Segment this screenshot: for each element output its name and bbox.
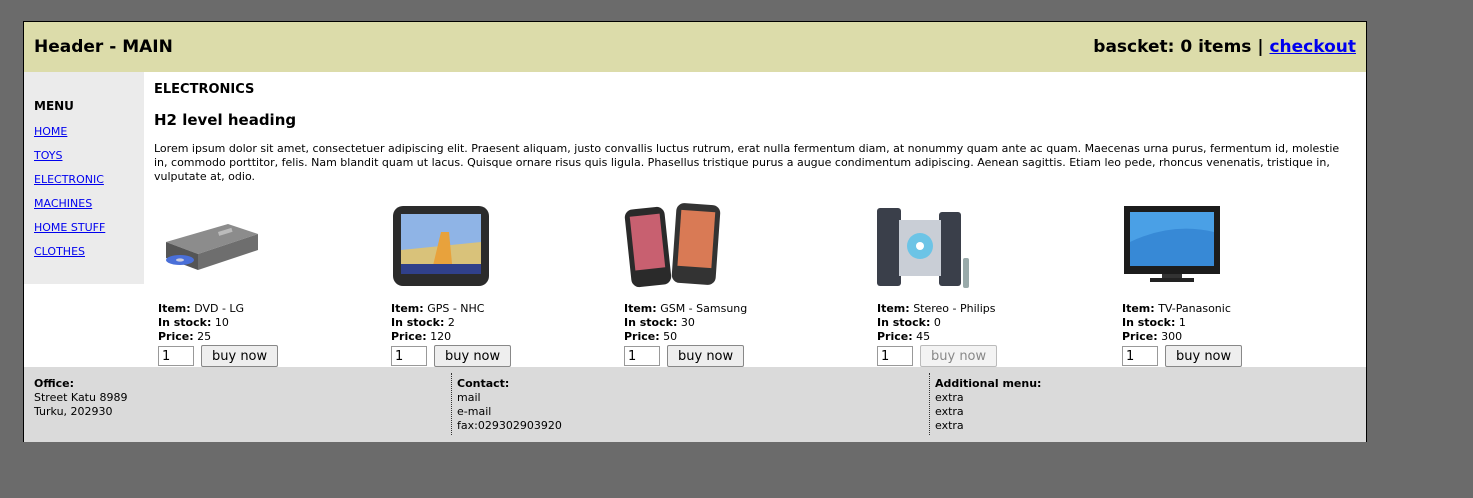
product-price: 45	[916, 330, 931, 343]
stock-label: In stock:	[877, 316, 931, 329]
product-name: DVD - LG	[194, 302, 245, 315]
sidebar-item-machines[interactable]: MACHINES	[34, 197, 134, 211]
product-price: 300	[1161, 330, 1183, 343]
intro-paragraph: Lorem ipsum dolor sit amet, consectetuer…	[154, 142, 1340, 183]
sidebar-item-electronic[interactable]: ELECTRONIC	[34, 173, 134, 187]
mobile-phone-icon	[624, 202, 734, 292]
product-card: Item: GSM - Samsung In stock: 30 Price: …	[624, 202, 824, 367]
checkout-link[interactable]: checkout	[1269, 37, 1356, 57]
page-container: Header - MAIN bascket: 0 items | checkou…	[23, 21, 1367, 442]
footer-office-title: Office:	[34, 377, 74, 390]
product-price: 25	[197, 330, 212, 343]
footer: Office: Street Katu 8989 Turku, 202930 C…	[24, 367, 1366, 442]
product-stock: 0	[933, 316, 941, 329]
page-heading: H2 level heading	[154, 111, 297, 129]
stock-label: In stock:	[624, 316, 678, 329]
basket-text: bascket: 0 items |	[1093, 37, 1264, 57]
footer-extra-link[interactable]: extra	[935, 405, 1041, 419]
section-title: ELECTRONICS	[154, 82, 255, 97]
product-name: Stereo - Philips	[913, 302, 996, 315]
header-title: Header - MAIN	[34, 37, 173, 57]
item-label: Item:	[1122, 302, 1155, 315]
buy-now-button[interactable]: buy now	[201, 345, 279, 367]
header: Header - MAIN bascket: 0 items | checkou…	[24, 22, 1366, 72]
price-label: Price:	[877, 330, 913, 343]
footer-contact-line: mail	[457, 391, 481, 404]
footer-contact-line: e-mail	[457, 405, 492, 418]
quantity-input[interactable]	[624, 346, 660, 366]
buy-now-button[interactable]: buy now	[667, 345, 745, 367]
stock-label: In stock:	[391, 316, 445, 329]
sidebar-item-home-stuff[interactable]: HOME STUFF	[34, 221, 134, 235]
footer-divider	[929, 373, 930, 435]
item-label: Item:	[624, 302, 657, 315]
product-name: GPS - NHC	[427, 302, 485, 315]
quantity-input[interactable]	[391, 346, 427, 366]
footer-additional-menu: Additional menu: extra extra extra	[935, 377, 1041, 433]
main-content: ELECTRONICS H2 level heading Lorem ipsum…	[154, 72, 1354, 367]
product-stock: 30	[680, 316, 695, 329]
item-label: Item:	[877, 302, 910, 315]
footer-additional-title: Additional menu:	[935, 377, 1042, 390]
product-stock: 10	[214, 316, 229, 329]
buy-now-button[interactable]: buy now	[920, 345, 998, 367]
sidebar-item-home[interactable]: HOME	[34, 125, 134, 139]
footer-office-line: Street Katu 8989	[34, 391, 128, 404]
quantity-input[interactable]	[158, 346, 194, 366]
buy-now-button[interactable]: buy now	[1165, 345, 1243, 367]
stock-label: In stock:	[1122, 316, 1176, 329]
basket-summary: bascket: 0 items | checkout	[1093, 37, 1356, 57]
dvd-player-icon	[158, 202, 268, 292]
footer-office-line: Turku, 202930	[34, 405, 113, 418]
sidebar: MENU HOME TOYS ELECTRONIC MACHINES HOME …	[24, 72, 144, 284]
product-name: GSM - Samsung	[660, 302, 748, 315]
product-stock: 1	[1178, 316, 1186, 329]
product-price: 50	[663, 330, 678, 343]
price-label: Price:	[158, 330, 194, 343]
gps-device-icon	[391, 202, 501, 292]
sidebar-item-toys[interactable]: TOYS	[34, 149, 134, 163]
product-card: Item: GPS - NHC In stock: 2 Price: 120 b…	[391, 202, 591, 367]
buy-now-button[interactable]: buy now	[434, 345, 512, 367]
stock-label: In stock:	[158, 316, 212, 329]
price-label: Price:	[624, 330, 660, 343]
quantity-input[interactable]	[1122, 346, 1158, 366]
stereo-system-icon	[877, 202, 987, 292]
footer-contact-line: fax:029302903920	[457, 419, 562, 432]
footer-contact-title: Contact:	[457, 377, 510, 390]
product-card: Item: Stereo - Philips In stock: 0 Price…	[877, 202, 1077, 367]
item-label: Item:	[391, 302, 424, 315]
product-card: Item: DVD - LG In stock: 10 Price: 25 bu…	[158, 202, 358, 367]
tv-icon	[1122, 202, 1232, 292]
product-card: Item: TV-Panasonic In stock: 1 Price: 30…	[1122, 202, 1322, 367]
product-price: 120	[430, 330, 452, 343]
price-label: Price:	[1122, 330, 1158, 343]
footer-extra-link[interactable]: extra	[935, 419, 1041, 433]
footer-extra-link[interactable]: extra	[935, 391, 1041, 405]
product-stock: 2	[447, 316, 455, 329]
menu-title: MENU	[34, 99, 74, 113]
quantity-input[interactable]	[877, 346, 913, 366]
footer-contact: Contact: mail e-mail fax:029302903920	[457, 377, 562, 433]
footer-office: Office: Street Katu 8989 Turku, 202930	[34, 377, 127, 419]
price-label: Price:	[391, 330, 427, 343]
footer-divider	[451, 373, 452, 435]
product-name: TV-Panasonic	[1158, 302, 1231, 315]
item-label: Item:	[158, 302, 191, 315]
sidebar-item-clothes[interactable]: CLOTHES	[34, 245, 134, 259]
